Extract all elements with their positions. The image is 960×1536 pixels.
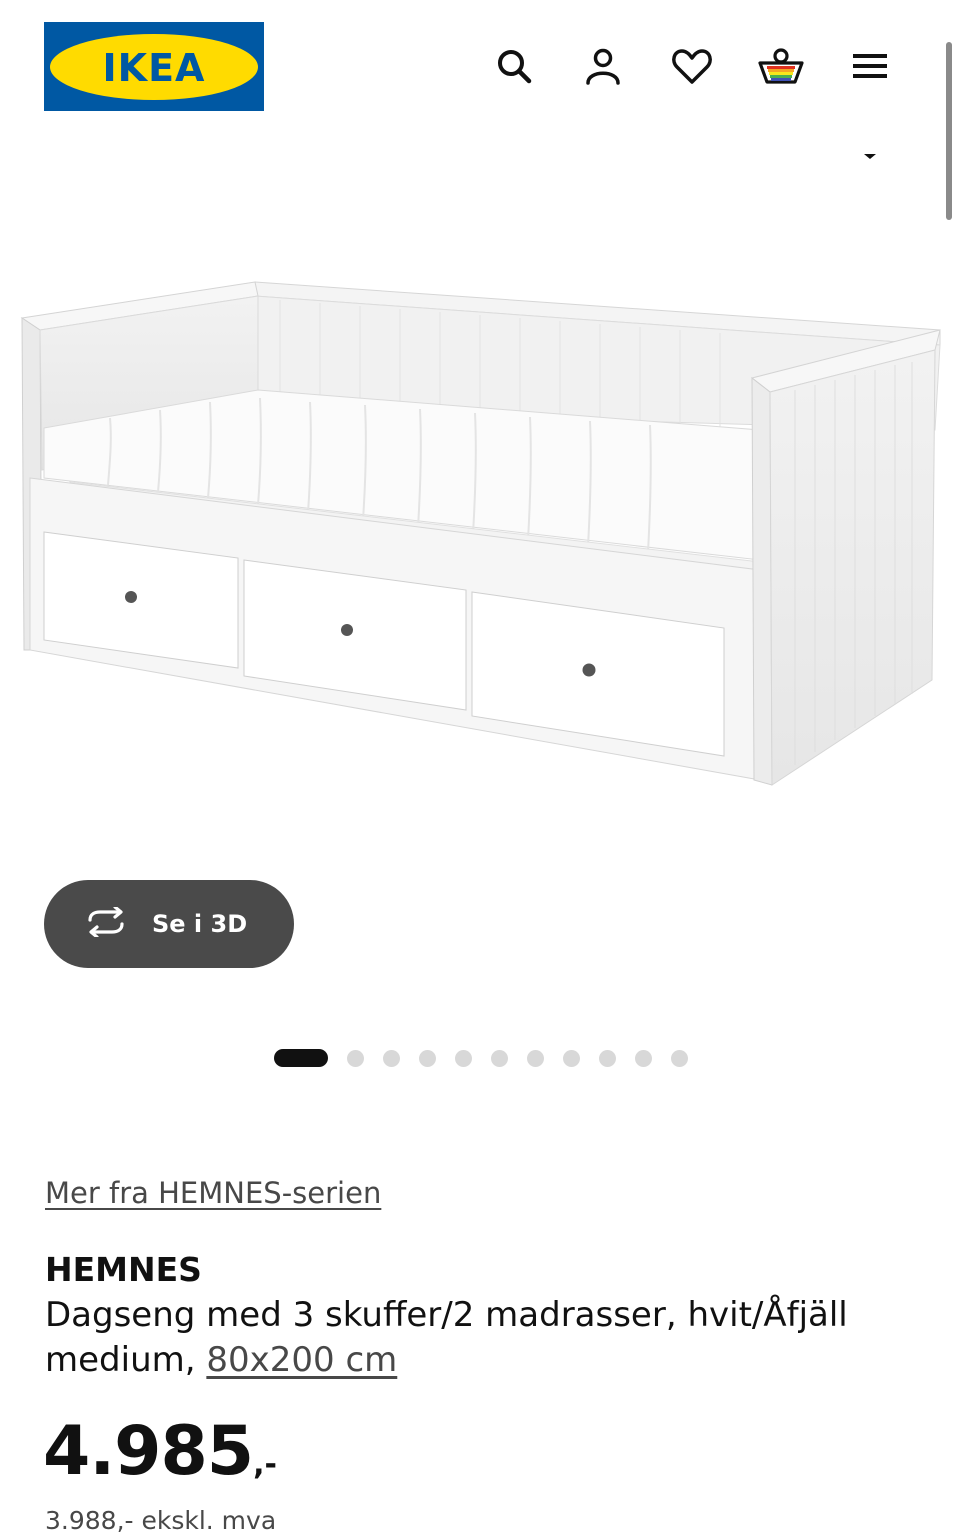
rotate-3d-icon [82,905,130,941]
dropdown-caret-icon[interactable] [864,154,876,159]
user-icon[interactable] [577,40,629,92]
carousel-dot[interactable] [671,1049,688,1067]
carousel-dot[interactable] [527,1049,544,1067]
product-price: 4.985,- [43,1412,277,1491]
site-header: IKEA [0,0,960,159]
carousel-dot[interactable] [491,1049,508,1067]
product-image[interactable] [0,240,960,800]
ikea-logo[interactable]: IKEA [44,22,264,111]
carousel-dot[interactable] [347,1049,364,1067]
logo-wordmark: IKEA [102,46,206,90]
carousel-dot[interactable] [383,1049,400,1067]
carousel-dot[interactable] [455,1049,472,1067]
search-icon[interactable] [488,40,540,92]
product-description: Dagseng med 3 skuffer/2 madrasser, hvit/… [45,1293,905,1383]
series-link[interactable]: Mer fra HEMNES-serien [45,1176,381,1210]
shopping-basket-icon[interactable] [755,40,807,92]
carousel-dot-active[interactable] [274,1049,328,1067]
carousel-dot[interactable] [599,1049,616,1067]
carousel-dot[interactable] [419,1049,436,1067]
size-link[interactable]: 80x200 cm [206,1340,397,1380]
carousel-indicator [274,1049,707,1067]
price-suffix: ,- [253,1447,277,1482]
hamburger-menu-icon[interactable] [844,40,896,92]
carousel-dot[interactable] [563,1049,580,1067]
price-ex-vat: 3.988,- ekskl. mva [45,1506,277,1535]
product-description-text: Dagseng med 3 skuffer/2 madrasser, hvit/… [45,1295,848,1380]
carousel-dot[interactable] [635,1049,652,1067]
scrollbar[interactable] [946,42,952,220]
price-main: 4.985 [43,1412,254,1491]
product-name: HEMNES [45,1250,202,1289]
view-3d-button[interactable]: Se i 3D [44,880,294,968]
view-3d-label: Se i 3D [152,910,248,938]
heart-icon[interactable] [666,40,718,92]
